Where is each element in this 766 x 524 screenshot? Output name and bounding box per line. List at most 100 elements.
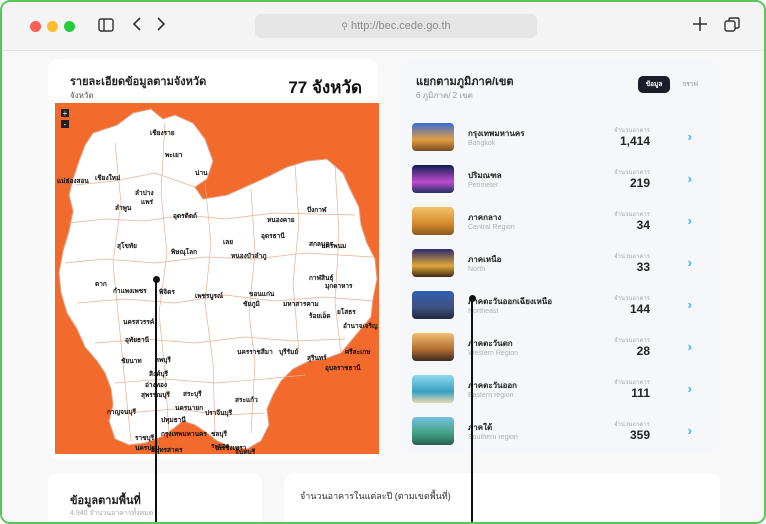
province-label[interactable]: เชียงราย [150, 128, 175, 138]
zoom-out-button[interactable]: - [64, 120, 67, 129]
province-label[interactable]: นครพนม [321, 241, 346, 251]
province-label[interactable]: ชัยภูมิ [243, 299, 260, 309]
zoom-in-button[interactable]: + [63, 109, 68, 118]
chevron-right-icon[interactable]: › [688, 213, 692, 228]
province-label[interactable]: อุทัยธานี [125, 335, 149, 345]
toggle-graph-button[interactable]: กราฟ [682, 76, 698, 93]
province-label[interactable]: ลพบุรี [155, 355, 171, 365]
province-label[interactable]: หนองคาย [267, 215, 295, 225]
minimize-window-icon[interactable] [47, 21, 58, 32]
region-pointer-line [471, 300, 473, 522]
province-label[interactable]: อำนาจเจริญ [343, 321, 378, 331]
region-thumbnail [412, 123, 454, 151]
region-name: ภาคเหนือ [468, 255, 502, 264]
region-name: ปริมณฑล [468, 171, 502, 180]
province-label[interactable]: อุบลราชธานี [325, 363, 361, 373]
chevron-right-icon[interactable]: › [688, 381, 692, 396]
province-label[interactable]: ชลบุรี [211, 429, 227, 439]
province-label[interactable]: พิจิตร [159, 287, 175, 297]
chevron-right-icon[interactable]: › [688, 423, 692, 438]
province-label[interactable]: แพร่ [141, 197, 153, 207]
province-label[interactable]: เชียงใหม่ [95, 173, 120, 183]
chevron-right-icon[interactable]: › [688, 171, 692, 186]
region-row[interactable]: ภาคตะวันออกเฉียงเหนือ Northeast จำนวนอาคาร… [412, 289, 712, 323]
map-pointer-line [155, 281, 157, 522]
chevron-right-icon[interactable]: › [688, 339, 692, 354]
tab-overview-icon[interactable] [724, 17, 740, 38]
region-row[interactable]: ภาคใต้ Southern region จำนวนอาคาร 359 › [412, 415, 712, 449]
province-label[interactable]: มุกดาหาร [325, 281, 353, 291]
province-label[interactable]: มหาสารคาม [283, 299, 319, 309]
province-label[interactable]: หนองบัวลำภู [231, 251, 267, 261]
province-label[interactable]: ปทุมธานี [161, 415, 186, 425]
province-label[interactable]: เพชรบูรณ์ [195, 291, 223, 301]
province-label[interactable]: บึงกาฬ [307, 205, 326, 215]
province-label[interactable]: ศรีสะเกษ [345, 347, 371, 357]
address-bar[interactable]: ⚲ http://bec.cede.go.th [255, 14, 537, 38]
toggle-data-button[interactable]: ข้อมูล [638, 76, 670, 93]
region-value: 111 [631, 386, 650, 400]
yearly-buildings-card: จำนวนอาคารในแต่ละปี (ตามเขตพื้นที่) [284, 473, 720, 522]
region-thumbnail [412, 333, 454, 361]
province-label[interactable]: สิงห์บุรี [149, 369, 168, 379]
province-label[interactable]: ร้อยเอ็ด [309, 311, 331, 321]
region-name: ภาคตะวันตก [468, 339, 513, 348]
yearly-card-title: จำนวนอาคารในแต่ละปี (ตามเขตพื้นที่) [300, 491, 451, 501]
province-map[interactable]: + - เชียงรายพะเยาน่านแม่ฮ่องสอน เชียงใหม่… [55, 103, 379, 454]
region-thumbnail [412, 207, 454, 235]
province-label[interactable]: พิษณุโลก [171, 247, 197, 257]
province-label[interactable]: ตาก [95, 279, 107, 289]
region-english-name: Western Region [468, 350, 519, 357]
province-label[interactable]: น่าน [195, 168, 208, 178]
province-label[interactable]: ราชบุรี [135, 433, 154, 443]
province-label[interactable]: สระบุรี [183, 389, 202, 399]
region-thumbnail [412, 165, 454, 193]
province-label[interactable]: นครราชสีมา [237, 347, 273, 357]
region-value: 34 [636, 218, 650, 232]
region-value: 144 [629, 302, 650, 316]
region-row[interactable]: ภาคกลาง Central Region จำนวนอาคาร 34 › [412, 205, 712, 239]
chevron-right-icon[interactable]: › [688, 129, 692, 144]
province-label[interactable]: เลย [223, 237, 233, 247]
address-bar-text: http://bec.cede.go.th [350, 20, 451, 32]
chevron-right-icon[interactable]: › [688, 297, 692, 312]
back-icon[interactable] [132, 16, 142, 35]
province-label[interactable]: ชัยนาท [121, 356, 142, 366]
province-label[interactable]: สุโขทัย [117, 241, 137, 251]
region-value: 28 [636, 344, 650, 358]
new-tab-icon[interactable] [692, 16, 708, 37]
region-row[interactable]: ภาคตะวันออก Eastern region จำนวนอาคาร 111 › [412, 373, 712, 407]
province-label[interactable]: อุดรธานี [261, 231, 285, 241]
province-label[interactable]: อุตรดิตถ์ [173, 211, 197, 221]
region-row[interactable]: กรุงเทพมหานคร Bangkok จำนวนอาคาร 1,414 › [412, 121, 712, 155]
chevron-right-icon[interactable]: › [688, 255, 692, 270]
forward-icon[interactable] [156, 16, 166, 37]
region-row[interactable]: ปริมณฑล Perimeter จำนวนอาคาร 219 › [412, 163, 712, 197]
region-english-name: North [468, 266, 486, 273]
region-row[interactable]: ภาคตะวันตก Western Region จำนวนอาคาร 28 › [412, 331, 712, 365]
province-label[interactable]: สุรินทร์ [307, 353, 327, 363]
search-icon: ⚲ [341, 21, 348, 31]
province-label[interactable]: ปราจีนบุรี [205, 408, 232, 418]
province-label[interactable]: นครสวรรค์ [123, 317, 154, 327]
province-label[interactable]: แม่ฮ่องสอน [57, 176, 89, 186]
sidebar-toggle-icon[interactable] [98, 18, 114, 37]
province-label[interactable]: ยโสธร [337, 307, 356, 317]
province-label[interactable]: นครนายก [175, 403, 203, 413]
province-label[interactable]: กำแพงเพชร [113, 286, 147, 296]
province-label[interactable]: สระแก้ว [235, 395, 258, 405]
region-row[interactable]: ภาคเหนือ North จำนวนอาคาร 33 › [412, 247, 712, 281]
province-count: 77 จังหวัด [288, 78, 362, 97]
province-label[interactable]: จันทบุรี [235, 447, 255, 454]
area-card-subtitle: 4,940 จำนวนอาคารทั้งหมด [70, 510, 154, 517]
region-card-title: แยกตามภูมิภาค/เขต [416, 76, 514, 88]
close-window-icon[interactable] [30, 21, 41, 32]
province-label[interactable]: บุรีรัมย์ [279, 347, 298, 357]
province-label[interactable]: ระยอง [211, 441, 229, 451]
maximize-window-icon[interactable] [64, 21, 75, 32]
province-label[interactable]: กรุงเทพมหานคร [161, 429, 207, 439]
province-label[interactable]: ขอนแก่น [249, 289, 274, 299]
province-label[interactable]: กาญจนบุรี [107, 407, 136, 417]
province-label[interactable]: ลำพูน [115, 203, 131, 213]
province-label[interactable]: พะเยา [165, 150, 182, 160]
